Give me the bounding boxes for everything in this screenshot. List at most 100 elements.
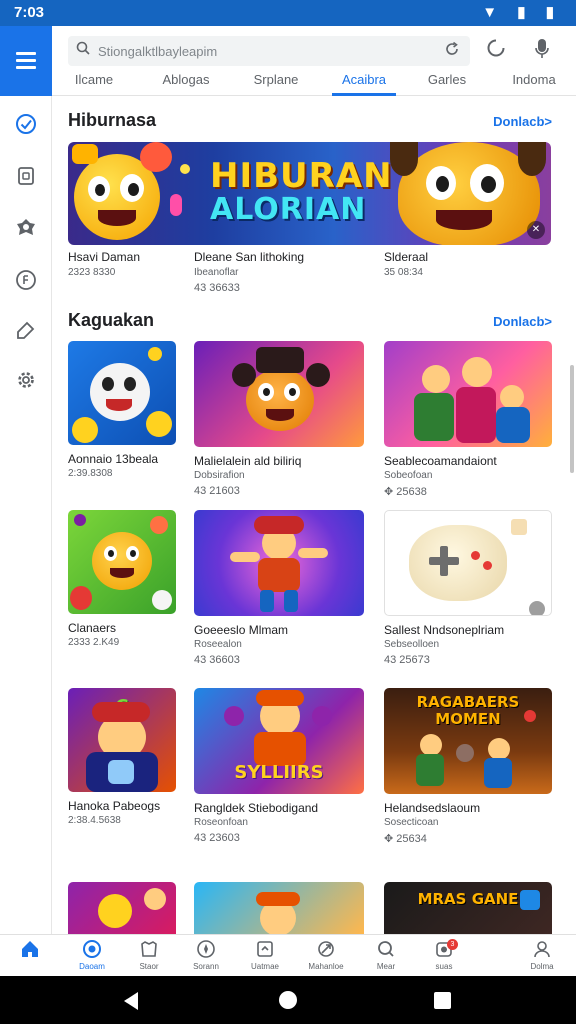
game-card[interactable]: Sallest Nndsoneplriam Sebseolloen 43 256… xyxy=(384,510,552,666)
game-card[interactable]: C Hanoka Pabeogs 2:38.4.5638 xyxy=(68,688,176,826)
game-title: Goeeeslo Mlmam xyxy=(194,623,289,637)
bottom-nav-label: Dolma xyxy=(530,962,554,971)
game-meta: 43 36603 xyxy=(194,654,364,666)
featured-item[interactable]: Hsavi Daman 2323 8330 xyxy=(68,250,140,278)
bottom-nav-store[interactable]: Staor xyxy=(123,939,175,971)
edit-icon[interactable] xyxy=(14,318,38,342)
featured-banner[interactable]: HIBURAN ALORIAN ✕ xyxy=(68,142,551,245)
more-icon[interactable] xyxy=(529,601,545,615)
banner-sparkle-shape xyxy=(170,194,182,216)
game-thumbnail xyxy=(68,510,176,614)
apps-icon xyxy=(239,939,291,961)
game-title: Helandsedslaoum xyxy=(384,801,481,815)
game-card[interactable]: Seablecoamandaiont Sobeofoan ✥ 25638 xyxy=(384,341,552,498)
game-subtitle: 2:39.8308 xyxy=(68,468,113,479)
recents-button[interactable] xyxy=(434,992,451,1009)
refresh-icon[interactable] xyxy=(444,41,460,62)
navigation-rail xyxy=(0,26,52,934)
section-link-recommended[interactable]: Donlacb> xyxy=(493,314,552,329)
compass-icon xyxy=(180,939,232,961)
game-thumbnail-partial[interactable] xyxy=(68,882,176,934)
games-icon xyxy=(66,939,118,961)
bottom-nav-search[interactable]: Mear xyxy=(360,939,412,971)
system-navigation-bar xyxy=(0,976,576,1024)
game-meta: ✥ 25638 xyxy=(384,485,552,498)
bottom-nav-account[interactable]: Dolma xyxy=(516,939,568,971)
check-circle-icon[interactable] xyxy=(14,112,38,136)
back-button[interactable] xyxy=(124,992,138,1010)
scrollbar[interactable] xyxy=(570,365,574,473)
game-title: Malielalein ald biliriq xyxy=(194,454,302,468)
game-subtitle: 2333 2.K49 xyxy=(68,637,120,648)
game-meta: 43 25673 xyxy=(384,654,552,666)
bottom-nav-home[interactable] xyxy=(4,939,56,961)
microphone-icon[interactable] xyxy=(534,38,550,66)
game-card[interactable]: Goeeeslo Mlmam Roseealon 43 36603 xyxy=(194,510,364,666)
clock-icon[interactable] xyxy=(14,268,38,292)
bottom-nav-label: Mahanloe xyxy=(308,962,344,971)
tab-4[interactable]: Garles xyxy=(418,72,476,96)
game-card[interactable]: SYLLIIRS Rangldek Stiebodigand Roseonfoa… xyxy=(194,688,364,844)
game-thumbnail xyxy=(194,341,364,447)
store-icon xyxy=(123,939,175,961)
featured-item-title: Hsavi Daman xyxy=(68,250,141,264)
search-box[interactable] xyxy=(68,36,470,66)
notification-badge: 3 xyxy=(447,939,458,950)
section-title-recommended: Kaguakan xyxy=(68,310,155,330)
featured-item-sub: 35 08:34 xyxy=(384,267,423,278)
game-thumbnail xyxy=(68,341,176,445)
section-link-featured[interactable]: Donlacb> xyxy=(493,114,552,129)
status-time: 7:03 xyxy=(14,4,45,21)
notification-icon xyxy=(418,939,470,961)
game-card[interactable]: Malielalein ald biliriq Dobsirafion 43 2… xyxy=(194,341,364,497)
game-meta-text: 43 21603 xyxy=(194,485,240,497)
bottom-nav-games[interactable]: Daoam xyxy=(66,939,118,971)
game-thumbnail-partial[interactable]: MRAS GANE xyxy=(384,882,552,934)
banner-hat-shape xyxy=(72,144,98,164)
game-card[interactable]: Aonnaio 13beala 2:39.8308 xyxy=(68,341,176,479)
featured-item[interactable]: Dleane San lithoking Ibeanoflar 43 36633 xyxy=(194,250,304,294)
game-thumbnail-partial[interactable] xyxy=(194,882,364,934)
sync-icon[interactable] xyxy=(486,38,506,64)
bottom-nav-label: Mear xyxy=(376,962,396,971)
featured-item-meta: 43 36633 xyxy=(194,282,240,294)
status-bar: 7:03 ▼ ▮ ▮ xyxy=(0,0,576,26)
game-thumbnail: SYLLIIRS xyxy=(194,688,364,794)
section-title-featured: Hiburnasa xyxy=(68,110,157,130)
library-icon[interactable] xyxy=(14,164,38,188)
bottom-nav-apps[interactable]: Uatmae xyxy=(239,939,291,971)
tab-2[interactable]: Srplane xyxy=(248,72,304,96)
bottom-nav-launch[interactable]: Mahanloe xyxy=(300,939,352,971)
bottom-nav-label: suas xyxy=(435,962,453,971)
top-bar: Ilcame Ablogas Srplane Acaibra Garles In… xyxy=(52,26,576,96)
bottom-nav-notifications[interactable]: 3 suas xyxy=(418,939,470,971)
tab-5[interactable]: Indoma xyxy=(504,72,564,96)
community-icon[interactable] xyxy=(14,216,38,240)
settings-icon[interactable] xyxy=(14,368,38,392)
tab-active-indicator xyxy=(332,93,396,96)
more-icon[interactable]: ✕ xyxy=(527,221,545,239)
rating-icon: ✥ xyxy=(384,486,397,498)
menu-button[interactable] xyxy=(0,26,52,96)
game-meta: 43 21603 xyxy=(194,485,364,497)
search-input[interactable] xyxy=(98,42,428,60)
bottom-nav-label: Staor xyxy=(139,962,159,971)
bottom-navigation: Daoam Staor Sorann Uatmae Mahanloe Mear xyxy=(0,934,576,976)
game-card[interactable]: RAGABAERS MOMEN Helandsedslaoum Sosectico… xyxy=(384,688,552,845)
tab-0[interactable]: Ilcame xyxy=(66,72,122,96)
game-title: Sallest Nndsoneplriam xyxy=(384,623,505,637)
search-icon xyxy=(360,939,412,961)
home-button[interactable] xyxy=(279,991,297,1009)
game-title: Rangldek Stiebodigand xyxy=(194,801,319,815)
bottom-nav-explore[interactable]: Sorann xyxy=(180,939,232,971)
rating-icon: ✥ xyxy=(384,833,397,845)
game-subtitle: 2:38.4.5638 xyxy=(68,815,121,826)
game-title: Seablecoamandaiont xyxy=(384,454,497,468)
game-title: Aonnaio 13beala xyxy=(68,452,159,466)
game-card[interactable]: Clanaers 2333 2.K49 xyxy=(68,510,176,648)
rocket-icon xyxy=(300,939,352,961)
tab-1[interactable]: Ablogas xyxy=(150,72,222,96)
featured-item[interactable]: Slderaal 35 08:34 xyxy=(384,250,428,278)
game-meta-text: 43 23603 xyxy=(194,832,240,844)
game-thumbnail xyxy=(384,510,552,616)
